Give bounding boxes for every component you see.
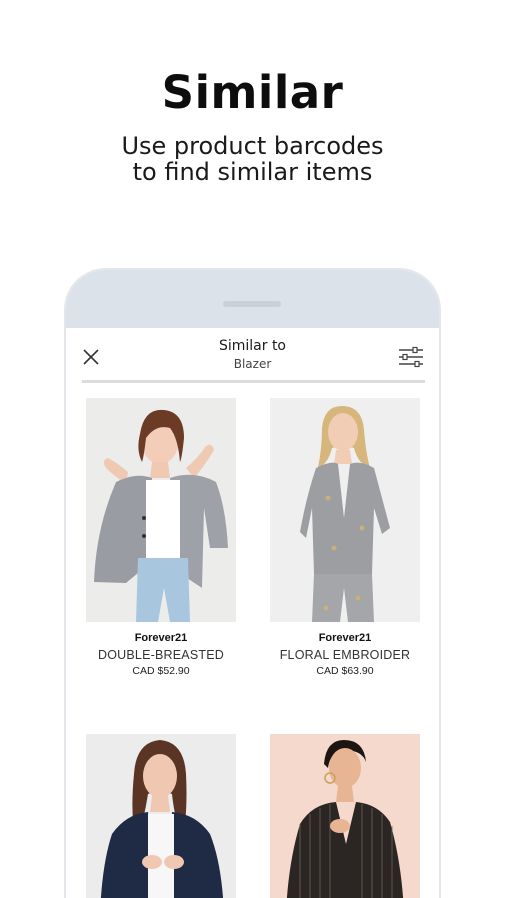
promo-title: Similar xyxy=(161,66,344,119)
sliders-icon xyxy=(399,346,423,368)
promo-subtitle-line-2: to find similar items xyxy=(132,158,373,186)
product-image xyxy=(270,734,420,898)
product-price: CAD $63.90 xyxy=(316,665,374,677)
product-card[interactable] xyxy=(86,734,236,898)
product-image xyxy=(270,398,420,622)
product-image xyxy=(86,734,236,898)
product-card[interactable] xyxy=(270,734,420,898)
product-name: FLORAL EMBROIDER xyxy=(279,648,411,662)
promo-subtitle-line-1: Use product barcodes xyxy=(121,132,384,160)
product-image xyxy=(86,398,236,622)
phone-frame: Similar to Blazer Forever21 DOUBLE-BREAS… xyxy=(64,268,441,898)
header-divider xyxy=(82,380,425,383)
speaker-grille xyxy=(223,301,281,307)
app-header: Similar to Blazer xyxy=(66,328,439,384)
product-card[interactable]: Forever21 DOUBLE-BREASTED CAD $52.90 xyxy=(86,398,236,677)
product-brand: Forever21 xyxy=(318,632,372,644)
promo-subtitle: Use product barcodes to find similar ite… xyxy=(0,133,505,185)
header-title: Similar to xyxy=(218,338,287,354)
product-price: CAD $52.90 xyxy=(132,665,190,677)
product-card[interactable]: Forever21 FLORAL EMBROIDER CAD $63.90 xyxy=(270,398,420,677)
product-name: DOUBLE-BREASTED xyxy=(98,648,224,662)
header-subtitle: Blazer xyxy=(233,357,272,371)
phone-bezel xyxy=(66,270,439,328)
product-brand: Forever21 xyxy=(134,632,188,644)
filter-button[interactable] xyxy=(398,346,424,368)
